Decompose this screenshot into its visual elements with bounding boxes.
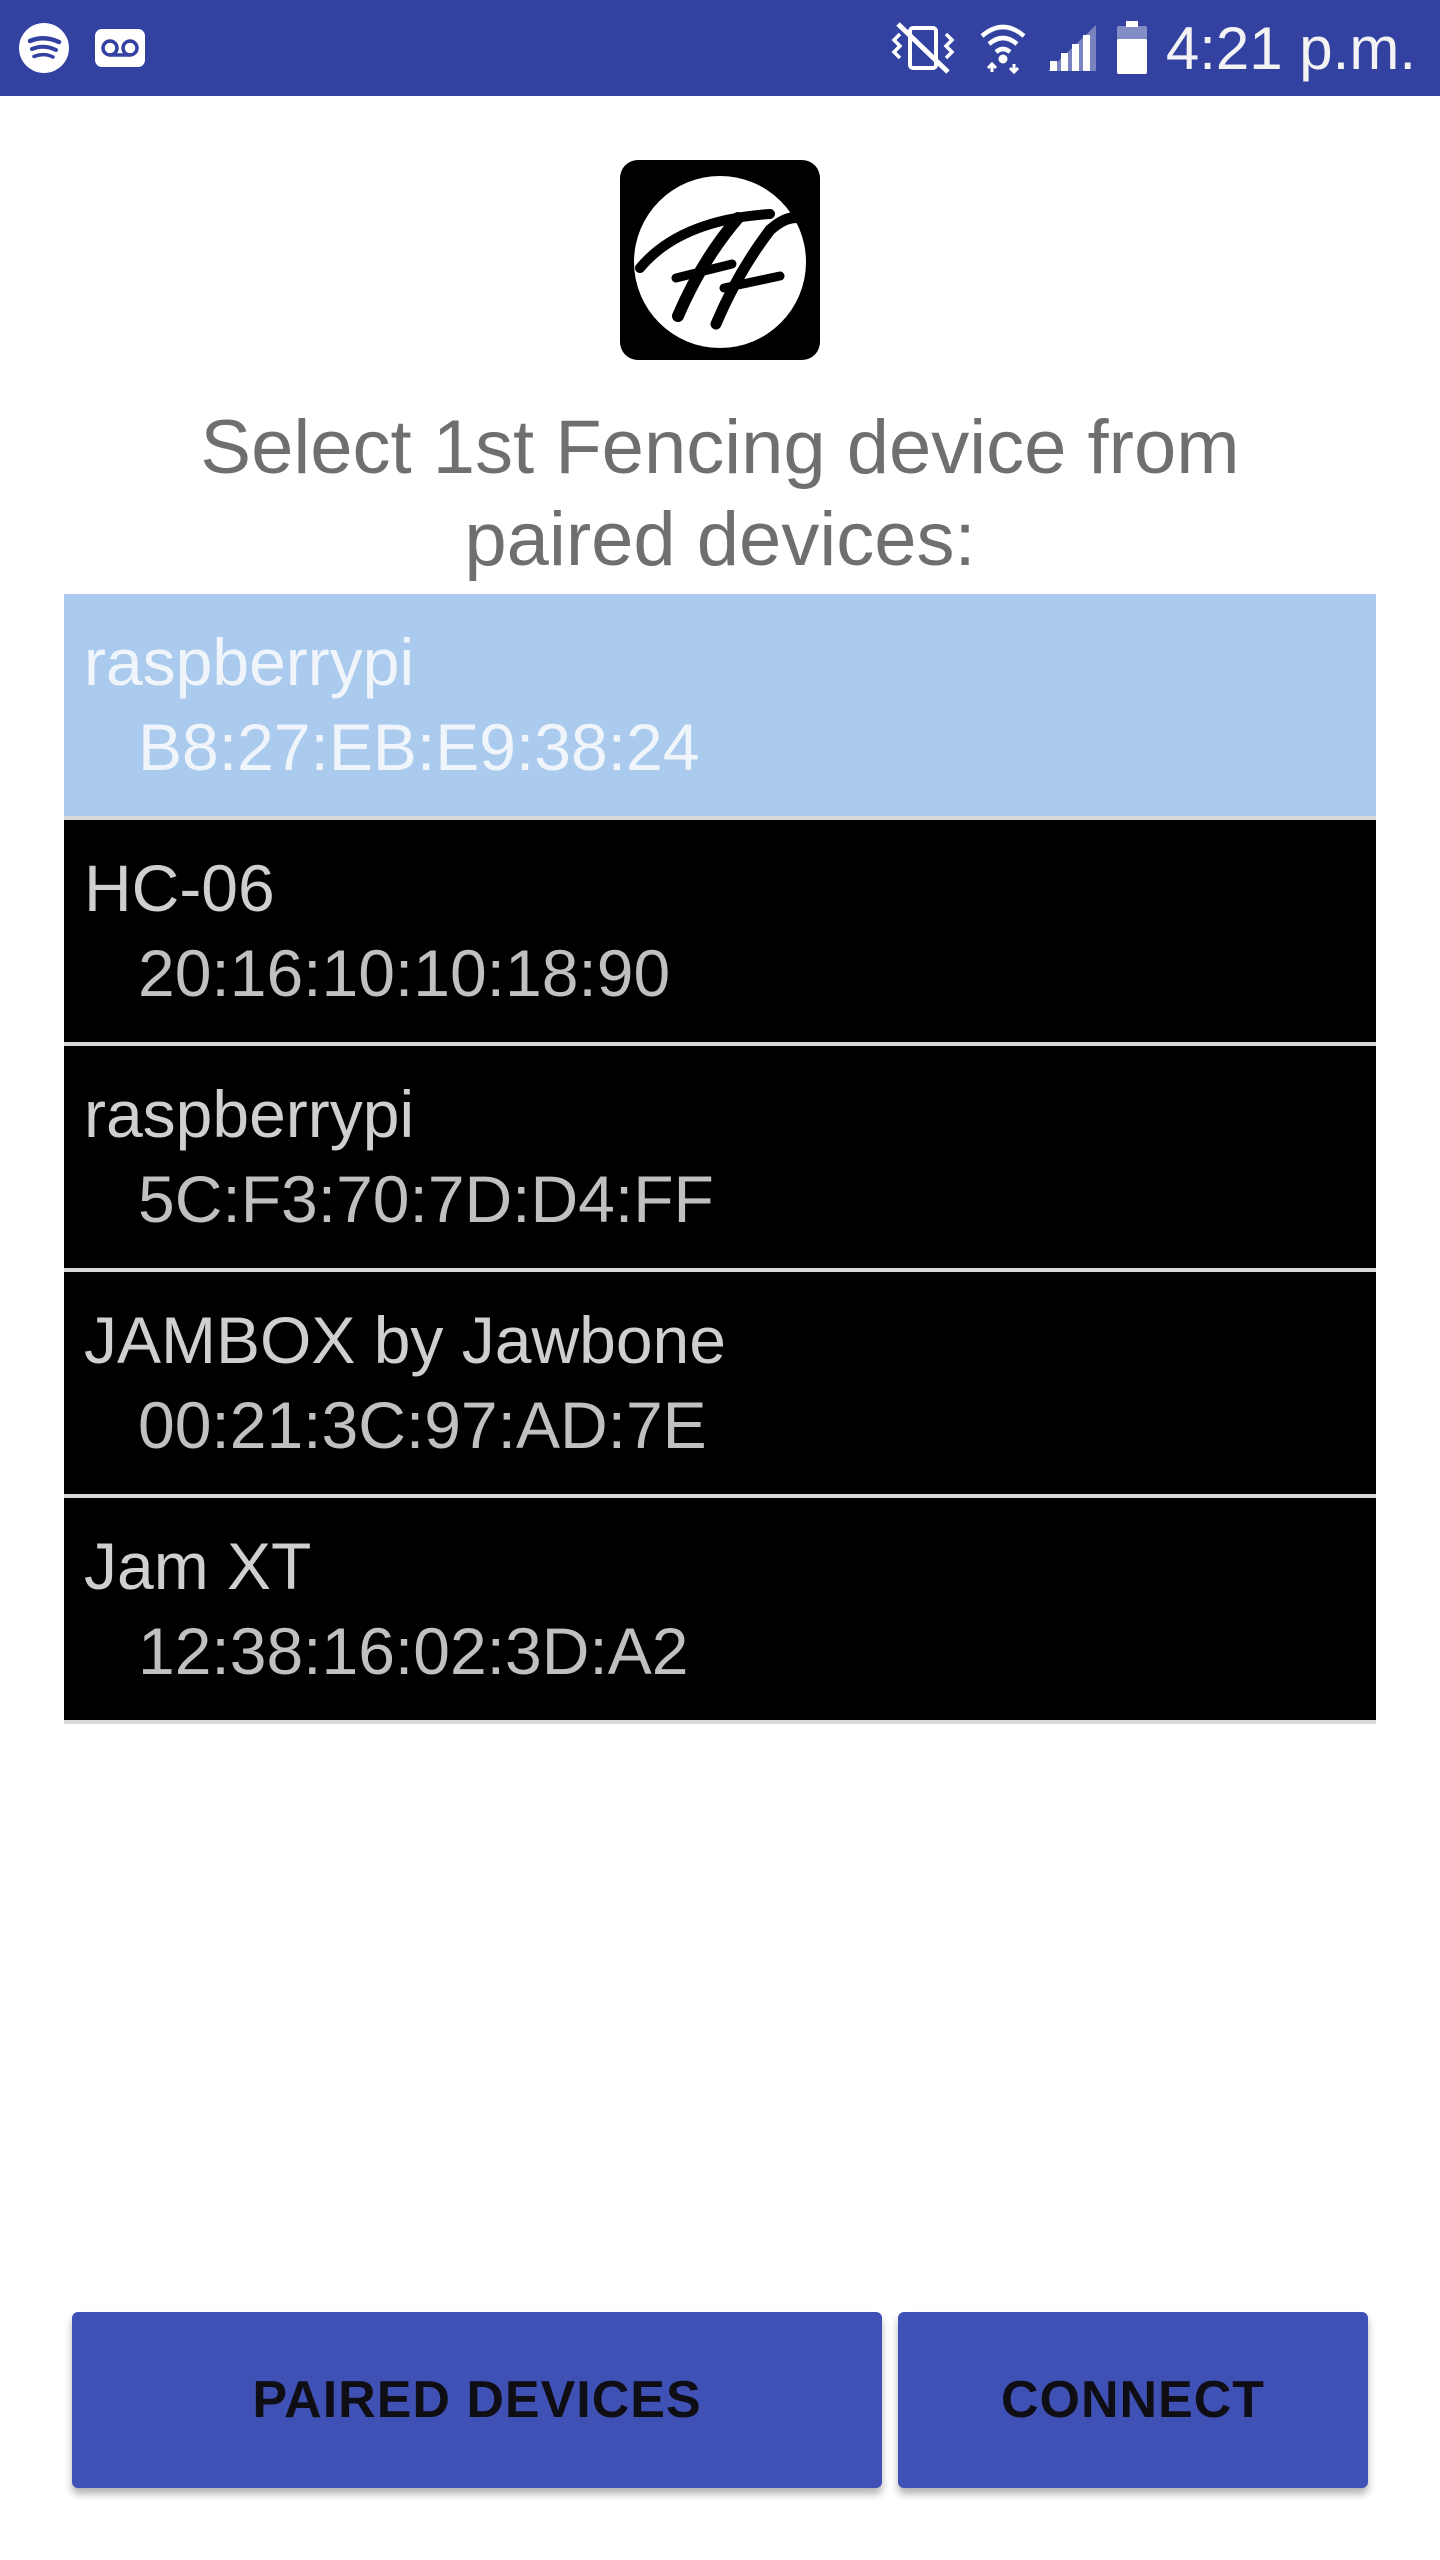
heading-line-1: Select 1st Fencing device from	[200, 405, 1240, 490]
device-name: raspberrypi	[84, 625, 415, 699]
device-item-jam-xt[interactable]: Jam XT 12:38:16:02:3D:A2	[64, 1498, 1376, 1724]
fencing-logo-icon	[634, 176, 812, 348]
device-name: JAMBOX by Jawbone	[84, 1303, 726, 1377]
device-address: 00:21:3C:97:AD:7E	[138, 1388, 707, 1462]
device-address: 12:38:16:02:3D:A2	[138, 1614, 689, 1688]
device-item-raspberrypi[interactable]: raspberrypi 5C:F3:70:7D:D4:FF	[64, 1046, 1376, 1272]
device-item-raspberrypi-selected[interactable]: raspberrypi B8:27:EB:E9:38:24	[64, 594, 1376, 820]
status-time: 4:21 p.m.	[1165, 14, 1416, 82]
signal-icon	[1047, 25, 1096, 71]
paired-device-list: raspberrypi B8:27:EB:E9:38:24 HC-06 20:1…	[64, 594, 1376, 1724]
connect-button[interactable]: CONNECT	[898, 2312, 1368, 2488]
paired-devices-button[interactable]: PAIRED DEVICES	[72, 2312, 882, 2488]
status-left-icons	[18, 22, 146, 74]
device-address: 20:16:10:10:18:90	[138, 936, 671, 1010]
voicemail-icon	[95, 29, 145, 67]
device-name: raspberrypi	[84, 1077, 415, 1151]
device-item-hc-06[interactable]: HC-06 20:16:10:10:18:90	[64, 820, 1376, 1046]
device-item-jambox[interactable]: JAMBOX by Jawbone 00:21:3C:97:AD:7E	[64, 1272, 1376, 1498]
battery-icon	[1116, 21, 1147, 74]
app-logo	[620, 160, 820, 360]
device-address: 5C:F3:70:7D:D4:FF	[138, 1162, 714, 1236]
spotify-icon	[19, 23, 69, 73]
heading-line-2: paired devices:	[464, 497, 976, 582]
device-name: Jam XT	[84, 1529, 312, 1603]
page-heading: Select 1st Fencing device from paired de…	[80, 402, 1360, 586]
status-right-icons: 4:21 p.m.	[886, 12, 1416, 84]
status-bar: 4:21 p.m.	[0, 0, 1440, 96]
vibrate-mute-icon	[891, 22, 955, 74]
device-address: B8:27:EB:E9:38:24	[138, 710, 700, 784]
device-name: HC-06	[84, 851, 275, 925]
wifi-icon	[980, 24, 1026, 75]
